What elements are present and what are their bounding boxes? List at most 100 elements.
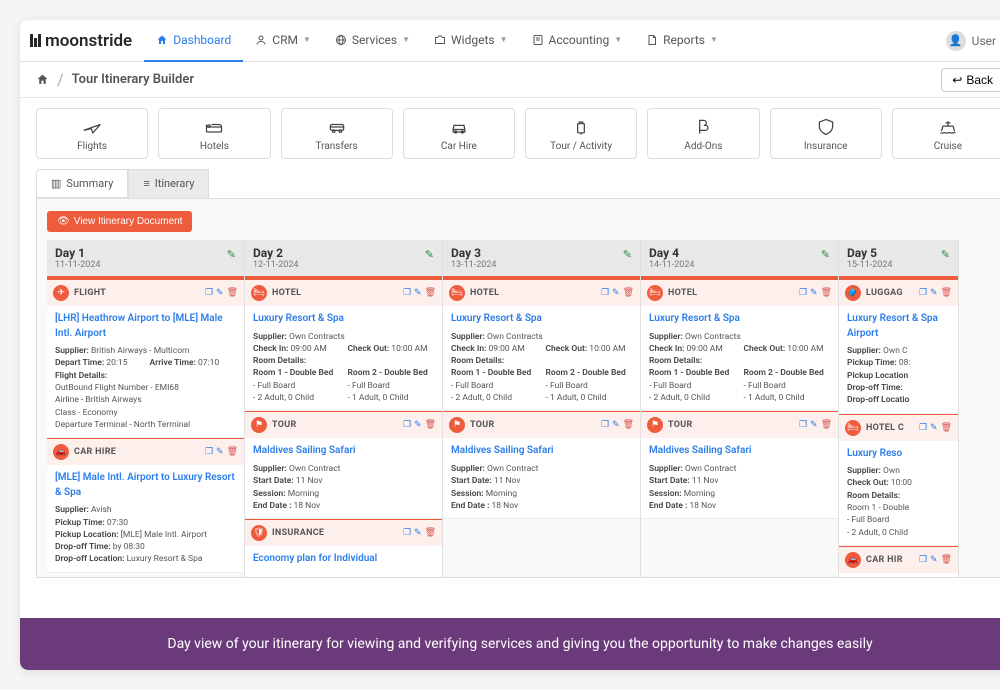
edit-icon[interactable]: ✎ [414, 420, 422, 430]
copy-icon[interactable]: ❐ [205, 447, 213, 457]
delete-icon[interactable]: 🗑 [941, 555, 952, 565]
copy-icon[interactable]: ❐ [403, 420, 411, 430]
back-button[interactable]: ↩ Back [941, 68, 1000, 92]
delete-icon[interactable]: 🗑 [821, 420, 832, 430]
delete-icon[interactable]: 🗑 [425, 528, 436, 538]
service-header: ⚑ TOUR ❐ ✎ 🗑 [245, 411, 442, 438]
bag-icon: 🧳 [845, 285, 861, 301]
tab-itinerary[interactable]: ≡Itinerary [128, 169, 209, 198]
edit-icon[interactable]: ✎ [612, 420, 620, 430]
day-column: Day 3 13-11-2024 ✎ 🛏 HOTEL ❐ ✎ 🗑 Luxury … [443, 240, 641, 578]
service-title[interactable]: Luxury Resort & Spa Airport [847, 312, 950, 341]
copy-icon[interactable]: ❐ [601, 288, 609, 298]
delete-icon[interactable]: 🗑 [941, 423, 952, 433]
service-title[interactable]: Maldives Sailing Safari [451, 444, 632, 459]
category-add-ons[interactable]: Add-Ons [647, 108, 759, 159]
user-menu[interactable]: 👤 User ▼ [946, 31, 1000, 51]
service-title[interactable]: Economy plan for Individual [253, 552, 434, 567]
delete-icon[interactable]: 🗑 [227, 447, 238, 457]
edit-icon[interactable]: ✎ [612, 288, 620, 298]
edit-icon[interactable]: ✎ [810, 420, 818, 430]
edit-icon[interactable]: ✎ [216, 447, 224, 457]
edit-icon[interactable]: ✎ [425, 248, 434, 261]
service-title[interactable]: Maldives Sailing Safari [253, 444, 434, 459]
service-actions: ❐ ✎ 🗑 [601, 288, 634, 298]
home-icon[interactable] [36, 73, 49, 86]
view-itinerary-doc-button[interactable]: 👁 View Itinerary Document [47, 211, 192, 232]
itinerary-board: 👁 View Itinerary Document Day 1 11-11-20… [36, 198, 1000, 578]
nav-widgets[interactable]: Widgets▼ [422, 20, 519, 62]
edit-icon[interactable]: ✎ [414, 288, 422, 298]
delete-icon[interactable]: 🗑 [623, 288, 634, 298]
copy-icon[interactable]: ❐ [205, 288, 213, 298]
edit-icon[interactable]: ✎ [414, 528, 422, 538]
service-type: HOTEL [470, 288, 499, 298]
edit-icon[interactable]: ✎ [810, 288, 818, 298]
service-title[interactable]: Luxury Resort & Spa [649, 312, 830, 327]
service-title[interactable]: Luxury Reso [847, 447, 950, 462]
delete-icon[interactable]: 🗑 [425, 288, 436, 298]
category-hotels[interactable]: Hotels [158, 108, 270, 159]
copy-icon[interactable]: ❐ [799, 288, 807, 298]
user-avatar-icon: 👤 [946, 31, 966, 51]
category-car-hire[interactable]: Car Hire [403, 108, 515, 159]
edit-icon[interactable]: ✎ [930, 423, 938, 433]
delete-icon[interactable]: 🗑 [425, 420, 436, 430]
day-column: Day 5 15-11-2024 ✎ 🧳 LUGGAG ❐ ✎ 🗑 Luxury… [839, 240, 959, 578]
service-body: [LHR] Heathrow Airport to [MLE] Male Int… [47, 306, 244, 437]
service-card: ⚑ TOUR ❐ ✎ 🗑 Maldives Sailing Safari Sup… [641, 411, 838, 519]
service-actions: ❐ ✎ 🗑 [799, 420, 832, 430]
service-body: Maldives Sailing Safari Supplier: Own Co… [641, 438, 838, 518]
copy-icon[interactable]: ❐ [919, 288, 927, 298]
category-tour-activity[interactable]: Tour / Activity [525, 108, 637, 159]
service-actions: ❐ ✎ 🗑 [919, 555, 952, 565]
nav-services[interactable]: Services▼ [323, 20, 422, 62]
delete-icon[interactable]: 🗑 [623, 420, 634, 430]
nav-crm[interactable]: CRM▼ [243, 20, 323, 62]
service-title[interactable]: Luxury Resort & Spa [451, 312, 632, 327]
service-title[interactable]: Maldives Sailing Safari [649, 444, 830, 459]
nav-dashboard[interactable]: Dashboard [144, 20, 243, 62]
service-card: 🛏 HOTEL ❐ ✎ 🗑 Luxury Resort & Spa Suppli… [245, 278, 442, 411]
category-transfers[interactable]: Transfers [281, 108, 393, 159]
tab-summary[interactable]: ▥Summary [36, 169, 128, 198]
edit-icon[interactable]: ✎ [941, 248, 950, 261]
edit-icon[interactable]: ✎ [930, 288, 938, 298]
service-type: TOUR [668, 420, 693, 430]
tab-icon: ▥ [51, 177, 61, 190]
edit-icon[interactable]: ✎ [821, 248, 830, 261]
service-header: 🛏 HOTEL C ❐ ✎ 🗑 [839, 414, 958, 441]
copy-icon[interactable]: ❐ [601, 420, 609, 430]
copy-icon[interactable]: ❐ [799, 420, 807, 430]
edit-icon[interactable]: ✎ [227, 248, 236, 261]
category-insurance[interactable]: Insurance [770, 108, 882, 159]
nav-reports[interactable]: Reports▼ [634, 20, 730, 62]
copy-icon[interactable]: ❐ [919, 423, 927, 433]
category-cruise[interactable]: Cruise [892, 108, 1000, 159]
edit-icon[interactable]: ✎ [216, 288, 224, 298]
service-type: INSURANCE [272, 528, 324, 538]
service-actions: ❐ ✎ 🗑 [205, 447, 238, 457]
day-date: 15-11-2024 [847, 260, 950, 270]
service-title[interactable]: [MLE] Male Intl. Airport to Luxury Resor… [55, 471, 236, 500]
chevron-down-icon: ▼ [614, 35, 622, 44]
service-title[interactable]: Luxury Resort & Spa [253, 312, 434, 327]
delete-icon[interactable]: 🗑 [941, 288, 952, 298]
service-title[interactable]: [LHR] Heathrow Airport to [MLE] Male Int… [55, 312, 236, 341]
service-card: 🚗 CAR HIRE ❐ ✎ 🗑 [MLE] Male Intl. Airpor… [47, 438, 244, 573]
service-header: 🛏 HOTEL ❐ ✎ 🗑 [641, 278, 838, 306]
delete-icon[interactable]: 🗑 [227, 288, 238, 298]
day-header: Day 1 11-11-2024 ✎ [47, 240, 244, 278]
day-date: 12-11-2024 [253, 260, 434, 270]
edit-icon[interactable]: ✎ [623, 248, 632, 261]
copy-icon[interactable]: ❐ [403, 528, 411, 538]
tab-row: ▥Summary≡Itinerary [20, 169, 1000, 198]
category-flights[interactable]: Flights [36, 108, 148, 159]
delete-icon[interactable]: 🗑 [821, 288, 832, 298]
shield-icon: 🛡 [251, 525, 267, 541]
copy-icon[interactable]: ❐ [919, 555, 927, 565]
edit-icon[interactable]: ✎ [930, 555, 938, 565]
nav-accounting[interactable]: Accounting▼ [520, 20, 635, 62]
service-type: TOUR [470, 420, 495, 430]
copy-icon[interactable]: ❐ [403, 288, 411, 298]
